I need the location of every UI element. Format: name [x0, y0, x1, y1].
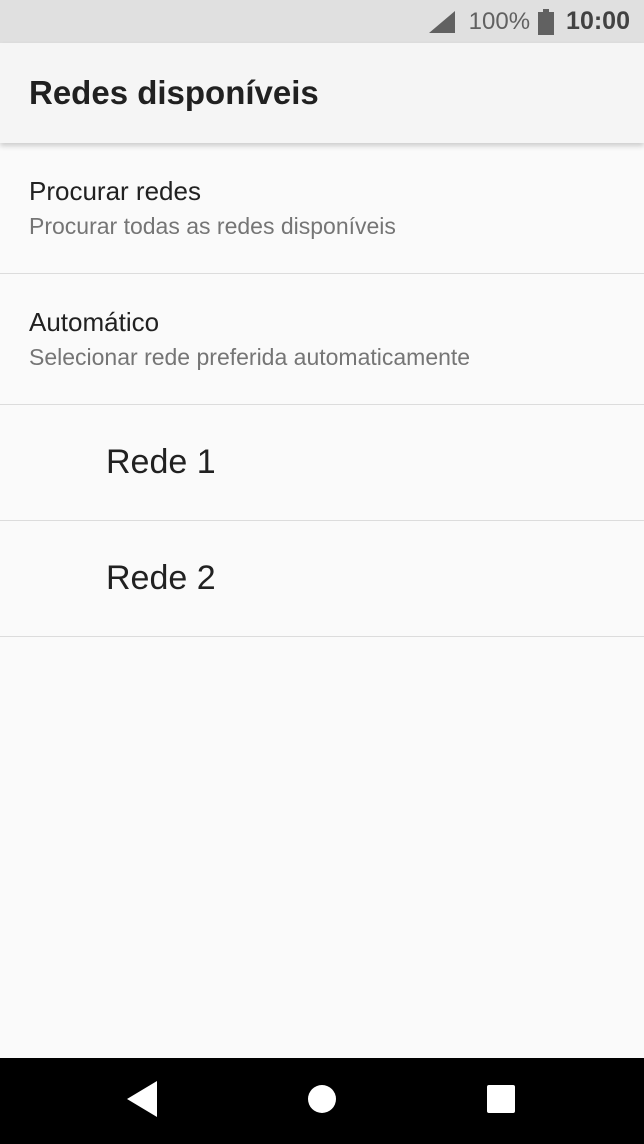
automatic-title: Automático — [29, 307, 160, 337]
back-button[interactable] — [98, 1058, 188, 1144]
app-bar: Redes disponíveis — [0, 43, 644, 143]
navigation-bar — [0, 1058, 644, 1144]
page-title: Redes disponíveis — [29, 74, 319, 111]
network-list: Procurar redes Procurar todas as redes d… — [0, 143, 644, 637]
automatic-item[interactable]: Automático Selecionar rede preferida aut… — [0, 274, 644, 405]
battery-icon — [538, 8, 555, 35]
back-icon — [127, 1080, 159, 1122]
battery-percent: 100% — [468, 7, 531, 35]
status-bar: 100% 10:00 — [0, 0, 644, 43]
search-networks-title: Procurar redes — [29, 176, 201, 206]
network-label: Rede 2 — [106, 559, 216, 597]
search-networks-subtitle: Procurar todas as redes disponíveis — [29, 213, 396, 239]
automatic-subtitle: Selecionar rede preferida automaticament… — [29, 344, 471, 370]
home-button[interactable] — [277, 1058, 367, 1144]
recents-button[interactable] — [456, 1058, 546, 1144]
signal-icon — [428, 10, 455, 33]
search-networks-item[interactable]: Procurar redes Procurar todas as redes d… — [0, 143, 644, 274]
status-time: 10:00 — [566, 7, 630, 35]
network-item-2[interactable]: Rede 2 — [0, 521, 644, 637]
network-label: Rede 1 — [106, 443, 216, 481]
network-item-1[interactable]: Rede 1 — [0, 405, 644, 521]
home-icon — [307, 1084, 337, 1119]
recents-icon — [487, 1084, 515, 1118]
